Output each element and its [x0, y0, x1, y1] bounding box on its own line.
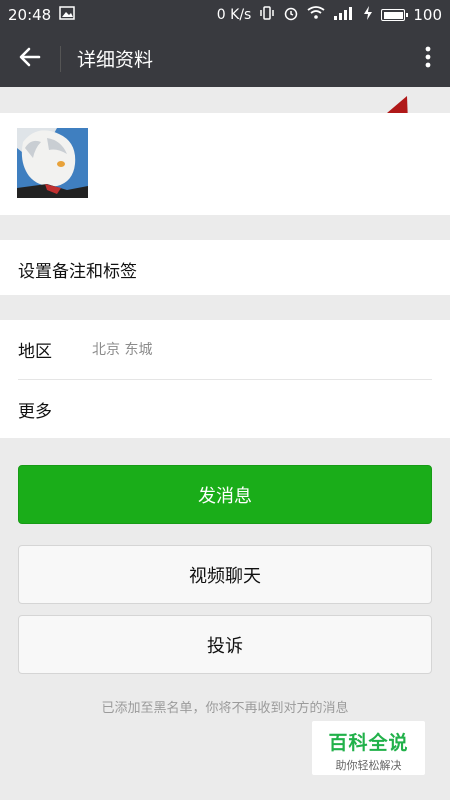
send-message-button[interactable]: 发消息 — [18, 465, 432, 524]
more-label: 更多 — [18, 401, 52, 422]
watermark-subtitle: 助你轻松解决 — [335, 759, 402, 772]
more-row[interactable]: 更多 — [18, 380, 432, 438]
region-value: 北京 东城 — [92, 342, 153, 358]
wifi-icon — [307, 6, 325, 24]
arrow-left-icon — [19, 47, 41, 71]
status-bar: 20:48 0 K/s 100 — [0, 0, 450, 30]
charging-icon — [363, 6, 373, 24]
battery-icon — [381, 9, 409, 21]
alarm-icon — [283, 5, 299, 25]
vibrate-icon — [259, 5, 275, 25]
remark-tags-item[interactable]: 设置备注和标签 — [18, 240, 432, 298]
blacklist-notice: 已添加至黑名单，你将不再收到对方的消息 — [101, 701, 349, 716]
status-time: 20:48 — [8, 6, 52, 24]
profile-card — [0, 113, 450, 215]
info-section: 地区 北京 东城 更多 — [0, 320, 450, 438]
battery-level: 100 — [413, 6, 442, 24]
more-menu-button[interactable] — [406, 30, 450, 87]
back-button[interactable] — [0, 30, 60, 87]
video-chat-button[interactable]: 视频聊天 — [18, 545, 432, 604]
page-title: 详细资料 — [77, 49, 154, 71]
more-vertical-icon — [424, 45, 432, 73]
remark-tags-row[interactable]: 设置备注和标签 — [0, 240, 450, 295]
signal-icon — [333, 6, 355, 24]
region-row: 地区 北京 东城 — [18, 320, 432, 378]
watermark-title: 百科全说 — [328, 732, 409, 754]
watermark-logo: 百科全说 助你轻松解决 — [312, 721, 425, 775]
region-label: 地区 — [18, 341, 52, 362]
image-notification-icon — [59, 6, 75, 24]
report-button[interactable]: 投诉 — [18, 615, 432, 674]
nav-divider — [60, 45, 61, 72]
top-nav: 详细资料 — [0, 30, 450, 87]
avatar[interactable] — [17, 128, 88, 198]
remark-tags-label: 设置备注和标签 — [18, 261, 137, 282]
network-speed: 0 K/s — [216, 7, 252, 23]
